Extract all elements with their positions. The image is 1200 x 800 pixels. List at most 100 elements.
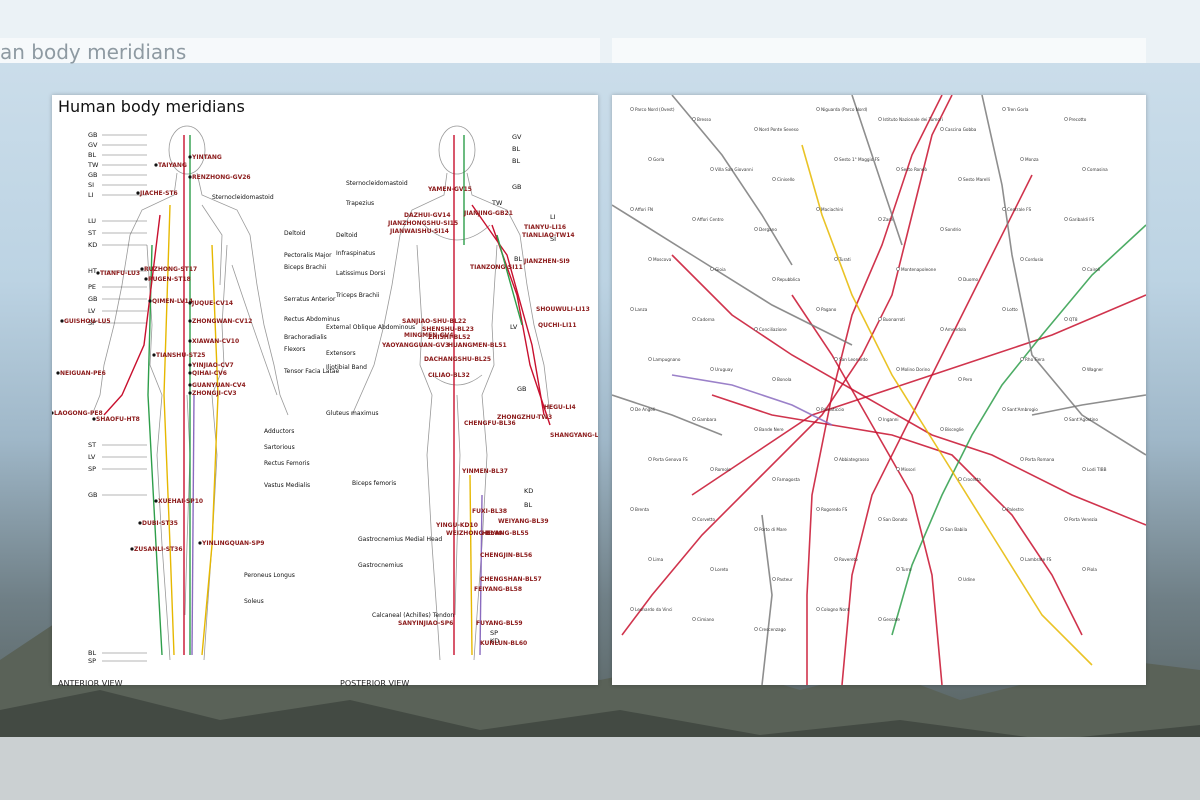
station-dot[interactable] — [754, 427, 758, 431]
transit-map-card[interactable]: Parco Nord (Ovest) Bresso Nord Ponte Seves… — [612, 95, 1146, 685]
station-dot[interactable] — [648, 157, 652, 161]
station-dot[interactable] — [648, 257, 652, 261]
station-label: Romolo — [715, 467, 731, 472]
station-dot[interactable] — [1002, 507, 1006, 511]
station-dot[interactable] — [710, 267, 714, 271]
station-dot[interactable] — [630, 507, 634, 511]
station-dot[interactable] — [1002, 407, 1006, 411]
station-dot[interactable] — [1064, 517, 1068, 521]
station-dot[interactable] — [772, 377, 776, 381]
station-dot[interactable] — [754, 227, 758, 231]
station-dot[interactable] — [692, 417, 696, 421]
station-dot[interactable] — [896, 267, 900, 271]
station-dot[interactable] — [630, 107, 634, 111]
station-dot[interactable] — [1082, 467, 1086, 471]
station-dot[interactable] — [834, 457, 838, 461]
station-dot[interactable] — [1002, 207, 1006, 211]
station-dot[interactable] — [772, 477, 776, 481]
meridian-tag: BL — [88, 151, 96, 159]
station-dot[interactable] — [692, 617, 696, 621]
station-dot[interactable] — [834, 157, 838, 161]
station-dot[interactable] — [710, 367, 714, 371]
station-dot[interactable] — [1082, 567, 1086, 571]
anterior-point-label: DUBI-ST35 — [142, 520, 178, 527]
meridian-chart-card[interactable]: Human body meridians GB GV BL TW GB SI LI LU ST K… — [52, 95, 598, 688]
station-dot[interactable] — [878, 117, 882, 121]
station-dot[interactable] — [692, 317, 696, 321]
station-label: Cadorna — [697, 317, 715, 322]
meridian-tag: GB — [517, 385, 527, 393]
station-dot[interactable] — [648, 557, 652, 561]
posterior-point-label: SHANGYANG-LI1 — [550, 432, 598, 439]
station-dot[interactable] — [896, 367, 900, 371]
station-dot[interactable] — [940, 127, 944, 131]
station-dot[interactable] — [648, 457, 652, 461]
station-dot[interactable] — [1064, 417, 1068, 421]
station-dot[interactable] — [1082, 367, 1086, 371]
station-dot[interactable] — [692, 517, 696, 521]
station-label: Loreto — [715, 567, 729, 572]
station-dot[interactable] — [940, 427, 944, 431]
station-dot[interactable] — [754, 127, 758, 131]
station-dot[interactable] — [1020, 157, 1024, 161]
station-dot[interactable] — [630, 307, 634, 311]
station-dot[interactable] — [878, 317, 882, 321]
station-dot[interactable] — [1020, 257, 1024, 261]
station-dot[interactable] — [692, 217, 696, 221]
station-dot[interactable] — [630, 607, 634, 611]
station-dot[interactable] — [878, 517, 882, 521]
station-dot[interactable] — [1020, 357, 1024, 361]
station-dot[interactable] — [816, 307, 820, 311]
station-dot[interactable] — [710, 467, 714, 471]
station-dot[interactable] — [754, 327, 758, 331]
station-dot[interactable] — [816, 207, 820, 211]
station-dot[interactable] — [816, 507, 820, 511]
station-dot[interactable] — [940, 227, 944, 231]
station-dot[interactable] — [1064, 117, 1068, 121]
anterior-point-label: ZHONGWAN-CV12 — [192, 318, 252, 325]
station-dot[interactable] — [896, 567, 900, 571]
station-dot[interactable] — [958, 577, 962, 581]
station-dot[interactable] — [878, 617, 882, 621]
acupoint-dot — [140, 267, 144, 271]
station-dot[interactable] — [834, 257, 838, 261]
station-dot[interactable] — [630, 407, 634, 411]
station-dot[interactable] — [710, 567, 714, 571]
station-dot[interactable] — [940, 327, 944, 331]
station-dot[interactable] — [816, 407, 820, 411]
station-dot[interactable] — [816, 607, 820, 611]
station-dot[interactable] — [692, 117, 696, 121]
meridian-tag: BL — [88, 649, 96, 657]
station-dot[interactable] — [1064, 217, 1068, 221]
station-dot[interactable] — [940, 527, 944, 531]
station-dot[interactable] — [710, 167, 714, 171]
posterior-point-label: JIANJING-GB21 — [463, 210, 513, 217]
station-dot[interactable] — [834, 357, 838, 361]
station-dot[interactable] — [958, 477, 962, 481]
station-dot[interactable] — [896, 467, 900, 471]
station-dot[interactable] — [834, 557, 838, 561]
station-dot[interactable] — [1020, 557, 1024, 561]
station-dot[interactable] — [754, 627, 758, 631]
station-label: Centrale FS — [1007, 207, 1031, 212]
acupoint-dot — [152, 353, 156, 357]
station-dot[interactable] — [896, 167, 900, 171]
station-dot[interactable] — [1082, 167, 1086, 171]
station-dot[interactable] — [878, 417, 882, 421]
station-dot[interactable] — [958, 277, 962, 281]
station-dot[interactable] — [1002, 107, 1006, 111]
station-dot[interactable] — [1082, 267, 1086, 271]
station-dot[interactable] — [772, 277, 776, 281]
station-dot[interactable] — [1002, 307, 1006, 311]
station-dot[interactable] — [878, 217, 882, 221]
station-dot[interactable] — [958, 377, 962, 381]
station-dot[interactable] — [772, 577, 776, 581]
station-dot[interactable] — [1064, 317, 1068, 321]
station-dot[interactable] — [816, 107, 820, 111]
station-dot[interactable] — [772, 177, 776, 181]
station-dot[interactable] — [630, 207, 634, 211]
station-dot[interactable] — [1020, 457, 1024, 461]
station-dot[interactable] — [958, 177, 962, 181]
station-dot[interactable] — [648, 357, 652, 361]
station-dot[interactable] — [754, 527, 758, 531]
